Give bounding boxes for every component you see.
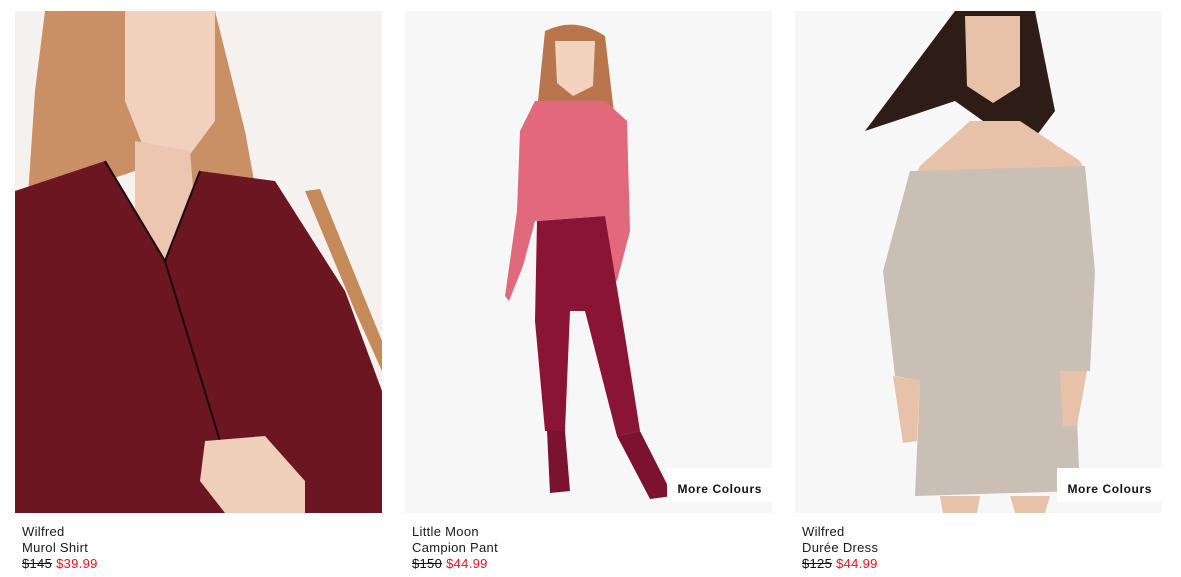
product-prices: $150 $44.99 — [412, 556, 772, 572]
sale-price: $39.99 — [56, 556, 98, 571]
product-info: Wilfred Durée Dress $125 $44.99 — [795, 513, 1162, 572]
product-card-duree-dress[interactable]: More Colours Wilfred Durée Dress $125 $44… — [795, 11, 1162, 572]
product-info: Little Moon Campion Pant $150 $44.99 — [405, 513, 772, 572]
product-name[interactable]: Durée Dress — [802, 540, 1162, 556]
product-name[interactable]: Campion Pant — [412, 540, 772, 556]
more-colours-badge[interactable]: More Colours — [1057, 468, 1162, 502]
original-price: $125 — [802, 556, 833, 571]
product-brand: Little Moon — [412, 524, 479, 539]
product-photo-illustration — [15, 11, 382, 513]
product-info: Wilfred Murol Shirt $145 $39.99 — [15, 513, 382, 572]
product-prices: $125 $44.99 — [802, 556, 1162, 572]
product-image[interactable]: More Colours — [405, 11, 772, 513]
more-colours-badge[interactable]: More Colours — [667, 468, 772, 502]
sale-price: $44.99 — [446, 556, 488, 571]
product-image[interactable]: More Colours — [795, 11, 1162, 513]
product-name[interactable]: Murol Shirt — [22, 540, 382, 556]
product-brand: Wilfred — [802, 524, 845, 539]
original-price: $145 — [22, 556, 53, 571]
original-price: $150 — [412, 556, 443, 571]
sale-price: $44.99 — [836, 556, 878, 571]
product-image[interactable] — [15, 11, 382, 513]
product-photo-illustration — [405, 11, 772, 513]
product-card-murol-shirt[interactable]: Wilfred Murol Shirt $145 $39.99 — [15, 11, 382, 572]
product-brand: Wilfred — [22, 524, 65, 539]
product-prices: $145 $39.99 — [22, 556, 382, 572]
product-photo-illustration — [795, 11, 1162, 513]
product-card-campion-pant[interactable]: More Colours Little Moon Campion Pant $1… — [405, 11, 772, 572]
